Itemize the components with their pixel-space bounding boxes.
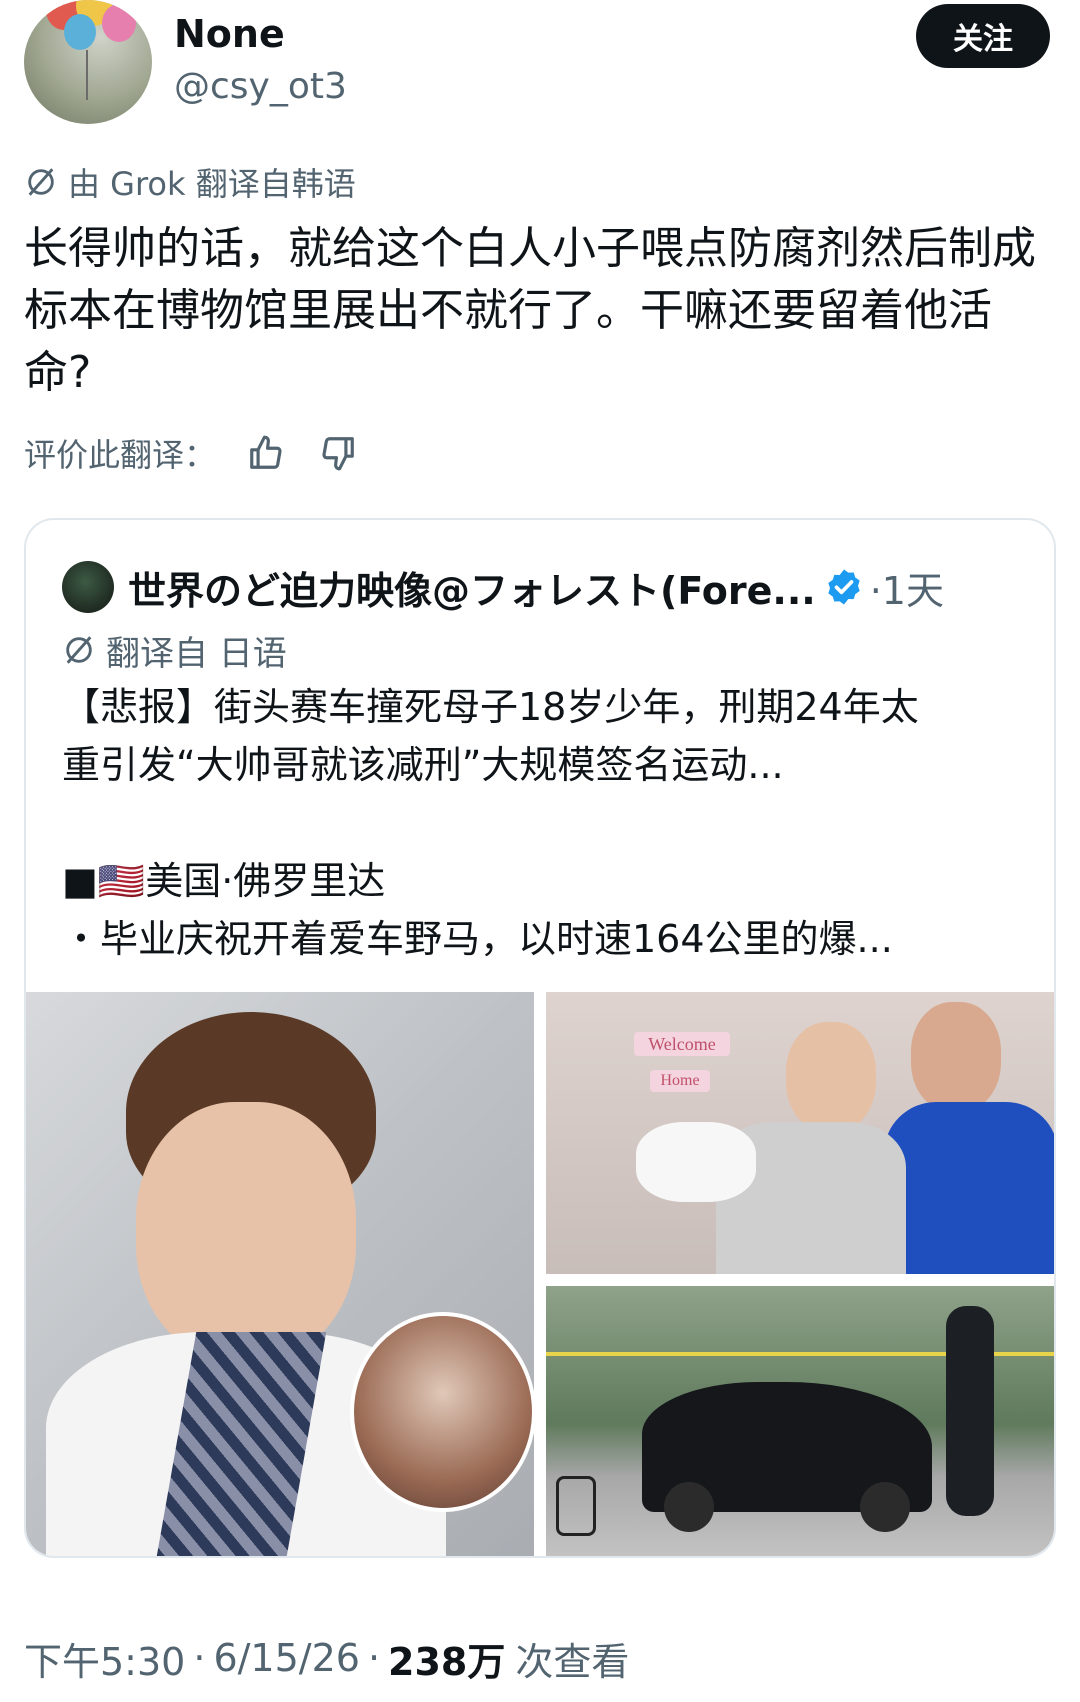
media-image-portrait[interactable] (26, 992, 534, 1556)
quoted-translation-note[interactable]: 翻译自 日语 (62, 626, 287, 674)
views-label: 次查看 (515, 1639, 630, 1684)
man-face-shape (911, 1002, 1001, 1112)
thumbs-down-icon[interactable] (316, 431, 360, 475)
author-handle[interactable]: @csy_ot3 (174, 66, 347, 107)
thumbs-up-icon[interactable] (244, 431, 288, 475)
man-shirt-shape (884, 1102, 1054, 1274)
post-date[interactable]: 6/15/26 (213, 1636, 360, 1680)
media-image-crash-scene[interactable] (546, 1286, 1054, 1556)
quoted-author-name[interactable]: 世界のど迫力映像@フォレスト(Fore... (128, 560, 816, 615)
translation-note[interactable]: 由 Grok 翻译自韩语 (24, 160, 356, 204)
quoted-post-card[interactable]: 世界のど迫力映像@フォレスト(Fore... ·1天 翻译自 日语 【悲报】街头… (24, 518, 1056, 1558)
home-sign: Home (650, 1070, 710, 1092)
stroller-shape (556, 1476, 596, 1536)
balloon-string (86, 50, 88, 100)
quoted-post-header: 世界のど迫力映像@フォレスト(Fore... ·1天 (62, 560, 1022, 614)
quoted-text-line: ■🇺🇸美国·佛罗里达 (62, 859, 386, 903)
verified-badge-icon (828, 569, 860, 605)
rate-translation-row: 评价此翻译： (24, 428, 360, 478)
post-time[interactable]: 下午5:30 (24, 1631, 185, 1686)
follow-button[interactable]: 关注 (916, 4, 1050, 68)
face-shape (136, 1102, 356, 1362)
avatar[interactable] (24, 0, 152, 124)
quoted-avatar[interactable] (62, 561, 114, 613)
quoted-text-line: 重引发“大帅哥就该减刑”大规模签名运动... (62, 743, 784, 787)
media-image-family[interactable]: Welcome Home (546, 992, 1054, 1274)
quoted-text-line: ・毕业庆祝开着爱车野马，以时速164公里的爆... (62, 917, 893, 961)
separator-dot: · (193, 1636, 206, 1680)
welcome-sign: Welcome (634, 1032, 730, 1056)
post-header: None @csy_ot3 关注 (24, 0, 1056, 130)
balloon-shape (102, 4, 136, 42)
quoted-media-grid: Welcome Home (26, 992, 1054, 1556)
quoted-text-line: 【悲报】街头赛车撞死母子18岁少年，刑期24年太 (62, 685, 919, 729)
translation-note-text: 由 Grok 翻译自韩语 (68, 165, 356, 203)
quoted-translation-note-text: 翻译自 日语 (106, 633, 287, 674)
post-text: 长得帅的话，就给这个白人小子喂点防腐剂然后制成标本在博物馆里展出不就行了。干嘛还… (24, 223, 1036, 398)
post-meta-footer: 下午5:30 · 6/15/26 · 238万 次查看 (24, 1628, 629, 1688)
baby-blanket-shape (636, 1122, 756, 1202)
quoted-post-time: ·1天 (869, 568, 944, 613)
car-wheel-shape (860, 1482, 910, 1532)
balloon-shape (64, 14, 96, 50)
view-count: 238万 (388, 1639, 506, 1684)
grok-icon (28, 168, 54, 196)
rate-label: 评价此翻译： (24, 436, 217, 474)
grok-icon (66, 636, 92, 664)
inset-family-photo (350, 1312, 534, 1512)
quoted-post-text: 【悲报】街头赛车撞死母子18岁少年，刑期24年太 重引发“大帅哥就该减刑”大规模… (62, 678, 1032, 968)
officer-shape (946, 1306, 994, 1516)
quoted-text-blank-line (62, 794, 1032, 852)
woman-face-shape (786, 1022, 876, 1132)
author-name[interactable]: None (174, 12, 285, 56)
separator-dot: · (367, 1636, 381, 1680)
car-wheel-shape (664, 1482, 714, 1532)
